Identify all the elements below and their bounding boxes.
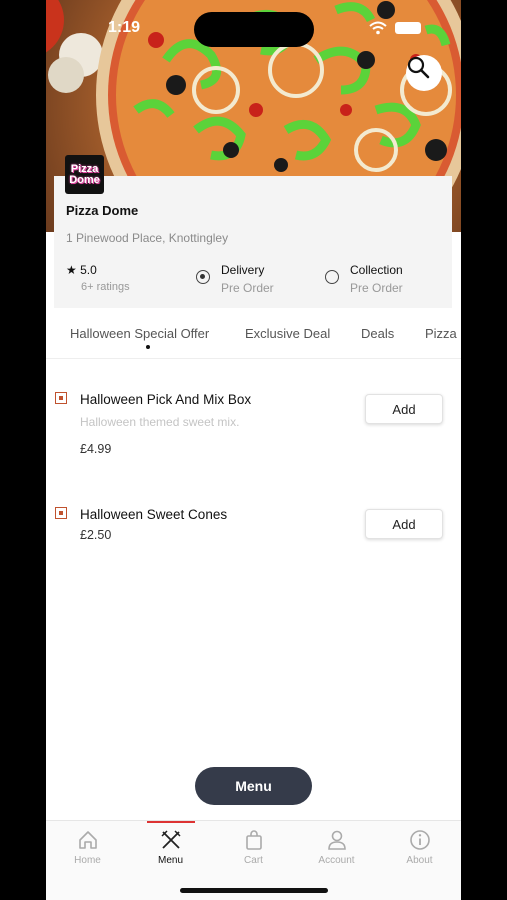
- nav-home-label: Home: [74, 855, 101, 866]
- menu-item: Halloween Pick And Mix Box Halloween the…: [46, 380, 461, 470]
- search-button[interactable]: [406, 55, 442, 91]
- delivery-sublabel: Pre Order: [221, 281, 274, 295]
- nav-account[interactable]: Account: [295, 821, 378, 881]
- bag-icon: [246, 830, 262, 850]
- nav-menu-label: Menu: [157, 855, 183, 866]
- nav-about-label: About: [406, 855, 433, 866]
- home-icon: [79, 831, 97, 849]
- battery-icon: [395, 22, 421, 34]
- rating-value: 5.0: [80, 263, 97, 277]
- menu-item: Halloween Sweet Cones £2.50 Add: [46, 495, 461, 555]
- delivery-label: Delivery: [221, 263, 265, 277]
- restaurant-logo: Pizza Dome: [65, 155, 104, 194]
- status-time: 1:19: [108, 19, 141, 36]
- cutlery-icon: [161, 830, 181, 849]
- restaurant-name: Pizza Dome: [66, 203, 139, 218]
- active-tab-indicator: [146, 345, 150, 349]
- delivery-radio[interactable]: [196, 270, 210, 284]
- veg-marker-icon: [55, 392, 67, 404]
- item-price: £2.50: [80, 528, 112, 542]
- tab-deals[interactable]: Deals: [361, 326, 394, 341]
- add-button[interactable]: Add: [365, 394, 443, 424]
- search-icon: [407, 56, 430, 79]
- rating-count: 6+ ratings: [81, 281, 130, 293]
- home-indicator: [180, 888, 328, 893]
- item-name: Halloween Sweet Cones: [80, 507, 228, 522]
- restaurant-address: 1 Pinewood Place, Knottingley: [66, 231, 229, 245]
- restaurant-info-card: Pizza Dome Pizza Dome 1 Pinewood Place, …: [54, 155, 452, 308]
- tab-pizza[interactable]: Pizza: [425, 326, 457, 341]
- nav-cart[interactable]: Cart: [212, 821, 295, 881]
- collection-radio[interactable]: [325, 270, 339, 284]
- app-screen: 1:19 Pizza Dome Pizza Dome 1 Pinewood Pl…: [46, 0, 461, 900]
- bottom-nav: Home Menu Cart Account About: [46, 820, 461, 900]
- wifi-icon: [369, 21, 387, 35]
- category-tabs: Halloween Special Offer Exclusive Deal D…: [46, 318, 461, 359]
- collection-label: Collection: [350, 263, 403, 277]
- add-button[interactable]: Add: [365, 509, 443, 539]
- info-icon: [410, 830, 430, 850]
- veg-marker-icon: [55, 507, 67, 519]
- tab-halloween-special-offer[interactable]: Halloween Special Offer: [70, 326, 209, 341]
- nav-about[interactable]: About: [378, 821, 461, 881]
- menu-button[interactable]: Menu: [195, 767, 312, 805]
- nav-account-label: Account: [318, 855, 355, 866]
- item-description: Halloween themed sweet mix.: [80, 415, 240, 429]
- item-name: Halloween Pick And Mix Box: [80, 392, 252, 407]
- nav-home[interactable]: Home: [46, 821, 129, 881]
- nav-menu[interactable]: Menu: [129, 821, 212, 881]
- collection-sublabel: Pre Order: [350, 281, 403, 295]
- tab-exclusive-deal[interactable]: Exclusive Deal: [245, 326, 330, 341]
- item-price: £4.99: [80, 442, 112, 456]
- star-icon: ★: [66, 263, 77, 277]
- dynamic-island: [194, 12, 314, 47]
- user-icon: [328, 830, 346, 850]
- nav-cart-label: Cart: [244, 855, 263, 866]
- rating: ★ 5.0: [66, 263, 97, 277]
